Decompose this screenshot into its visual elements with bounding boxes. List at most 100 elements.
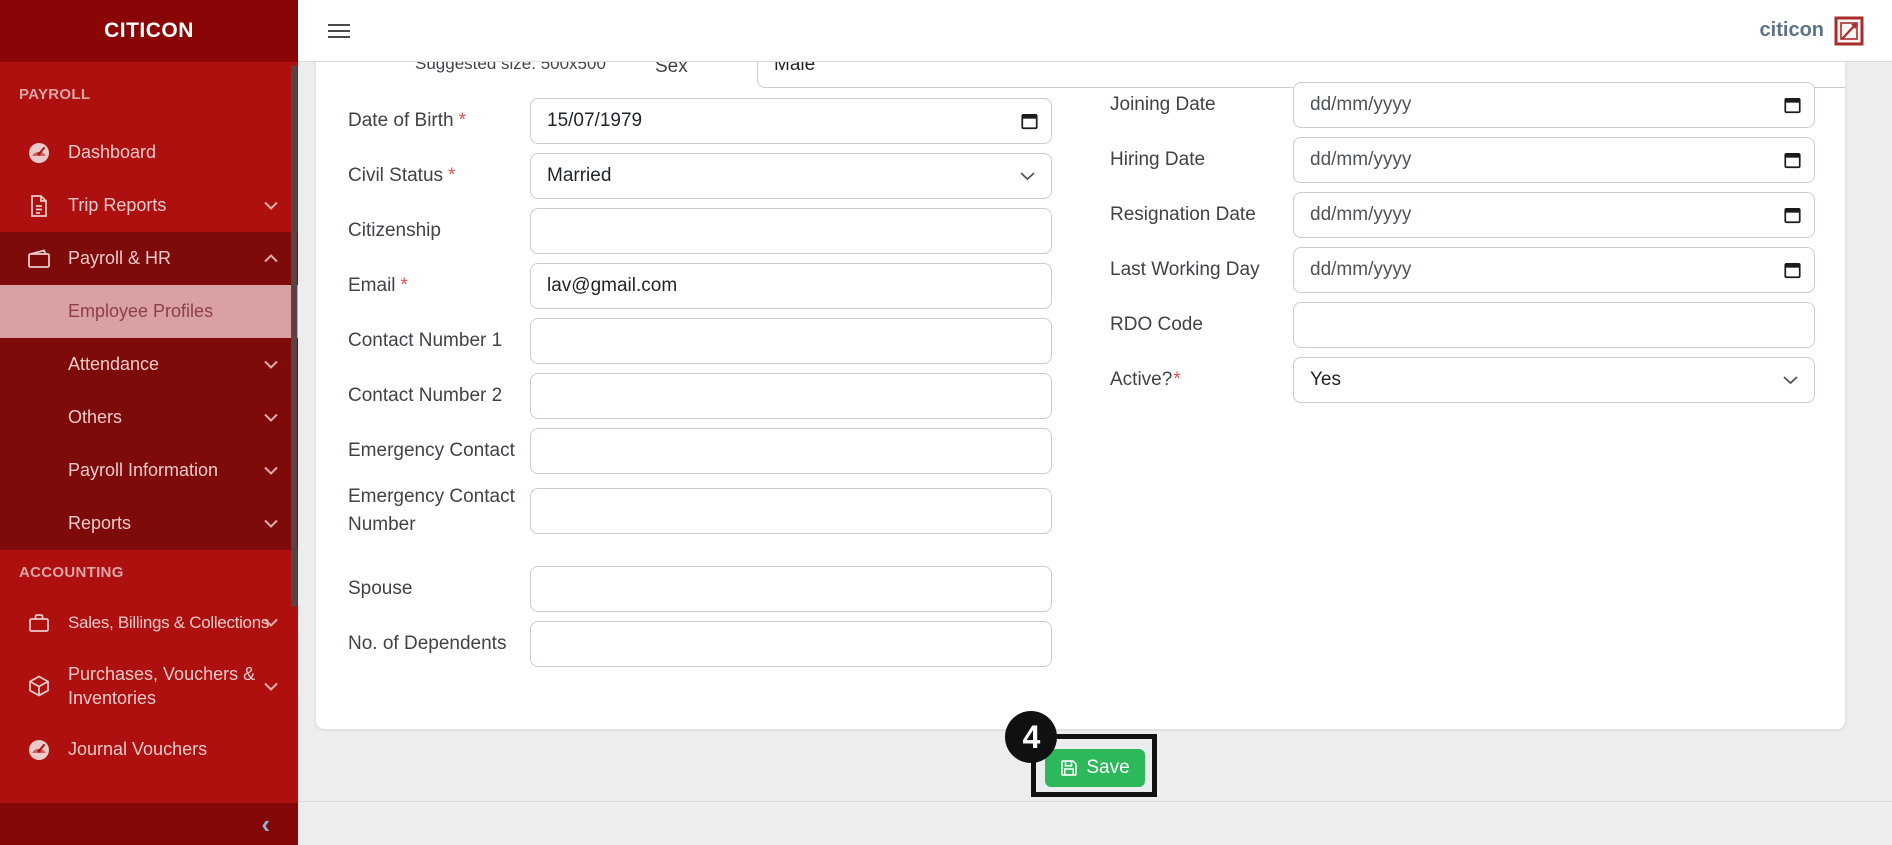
calendar-icon[interactable]	[1784, 262, 1801, 279]
sidebar-section-accounting: ACCOUNTING	[19, 564, 298, 588]
sidebar-item-reports[interactable]: Reports	[0, 497, 298, 550]
citizenship-input[interactable]	[530, 208, 1052, 254]
save-button-label: Save	[1086, 757, 1129, 779]
sidebar-nav: PAYROLL Dashboard Trip Reports	[0, 62, 298, 803]
civil-status-select[interactable]: Married	[530, 153, 1052, 199]
sidebar-group-payroll-hr: Payroll & HR Employee Profiles Attendanc…	[0, 232, 298, 550]
sidebar-item-label: Reports	[68, 513, 264, 534]
sidebar-section-payroll: PAYROLL	[19, 86, 298, 110]
required-asterisk: *	[448, 165, 455, 186]
chevron-down-icon	[264, 618, 278, 627]
sidebar: CITICON PAYROLL Dashboard Trip Reports	[0, 0, 298, 845]
sidebar-item-label: Sales, Billings & Collections	[68, 613, 264, 633]
wallet-icon	[26, 246, 52, 272]
no-of-dependents-input[interactable]	[530, 621, 1052, 667]
app-root: CITICON PAYROLL Dashboard Trip Reports	[0, 0, 1892, 845]
calendar-icon[interactable]	[1784, 152, 1801, 169]
floppy-save-icon	[1060, 759, 1078, 777]
sidebar-item-label: Employee Profiles	[68, 301, 278, 322]
date-of-birth-input[interactable]	[530, 98, 1052, 144]
form-row-email: Email*	[348, 263, 1052, 309]
form-row-rdo-code: RDO Code	[1110, 302, 1815, 348]
form-row-last-working-day: Last Working Day	[1110, 247, 1815, 293]
gauge-icon	[26, 737, 52, 763]
form-left-column: Date of Birth* Civil Status* Married	[348, 98, 1052, 676]
sidebar-item-label: Purchases, Vouchers & Inventories	[68, 662, 264, 711]
joining-date-input[interactable]	[1293, 82, 1815, 128]
topbar-brand[interactable]: citicon	[1760, 16, 1864, 46]
file-report-icon	[26, 193, 52, 219]
form-row-spouse: Spouse	[348, 566, 1052, 612]
sidebar-item-label: Journal Vouchers	[68, 739, 278, 760]
field-label: Spouse	[348, 578, 412, 599]
field-label: Citizenship	[348, 220, 441, 241]
field-label: Resignation Date	[1110, 204, 1256, 225]
bottom-divider	[298, 801, 1892, 802]
chevron-down-icon	[264, 519, 278, 528]
save-button[interactable]: Save	[1045, 749, 1144, 787]
field-label: Civil Status	[348, 165, 443, 186]
last-working-day-input[interactable]	[1293, 247, 1815, 293]
form-row-no-of-dependents: No. of Dependents	[348, 621, 1052, 667]
sidebar-item-attendance[interactable]: Attendance	[0, 338, 298, 391]
contact-number-1-input[interactable]	[530, 318, 1052, 364]
employee-profile-form-card: Suggested size: 500x500 Sex Male Date of…	[316, 62, 1845, 729]
emergency-contact-number-input[interactable]	[530, 488, 1052, 534]
field-label: Hiring Date	[1110, 149, 1205, 170]
active-select[interactable]: Yes	[1293, 357, 1815, 403]
menu-toggle-button[interactable]	[328, 20, 350, 42]
chevron-down-icon	[264, 413, 278, 422]
form-columns: Date of Birth* Civil Status* Married	[348, 98, 1813, 676]
save-annotation-wrapper: 4 Save	[1045, 749, 1144, 787]
form-row-civil-status: Civil Status* Married	[348, 153, 1052, 199]
content-area: Suggested size: 500x500 Sex Male Date of…	[298, 62, 1892, 845]
sidebar-item-dashboard[interactable]: Dashboard	[0, 126, 298, 179]
civil-status-value: Married	[547, 165, 611, 187]
sidebar-item-payroll-information[interactable]: Payroll Information	[0, 444, 298, 497]
main-area: citicon Suggested size: 500x500 Sex Male	[298, 0, 1892, 845]
calendar-icon[interactable]	[1784, 207, 1801, 224]
sex-select-value: Male	[774, 62, 815, 76]
contact-number-2-input[interactable]	[530, 373, 1052, 419]
required-asterisk: *	[1173, 369, 1180, 390]
field-label: Contact Number 1	[348, 330, 502, 351]
sidebar-item-label: Attendance	[68, 354, 264, 375]
chevron-down-icon	[1020, 172, 1035, 181]
sidebar-scrollbar-thumb[interactable]	[291, 65, 297, 607]
chevron-down-icon	[1783, 376, 1798, 385]
email-input[interactable]	[530, 263, 1052, 309]
hiring-date-input[interactable]	[1293, 137, 1815, 183]
chevron-down-icon	[264, 682, 278, 691]
emergency-contact-input[interactable]	[530, 428, 1052, 474]
rdo-code-input[interactable]	[1293, 302, 1815, 348]
sidebar-item-journal-vouchers[interactable]: Journal Vouchers	[0, 723, 298, 776]
field-label: Emergency Contact	[348, 440, 515, 461]
sidebar-item-employee-profiles[interactable]: Employee Profiles	[0, 285, 298, 338]
calendar-icon[interactable]	[1784, 97, 1801, 114]
briefcase-icon	[26, 610, 52, 636]
form-row-citizenship: Citizenship	[348, 208, 1052, 254]
chevron-down-icon	[264, 360, 278, 369]
calendar-icon[interactable]	[1021, 113, 1038, 130]
sidebar-item-purchases-vouchers-inventories[interactable]: Purchases, Vouchers & Inventories	[0, 649, 298, 723]
sidebar-collapse-button[interactable]: ‹	[261, 811, 270, 837]
resignation-date-input[interactable]	[1293, 192, 1815, 238]
sidebar-item-others[interactable]: Others	[0, 391, 298, 444]
sidebar-item-trip-reports[interactable]: Trip Reports	[0, 179, 298, 232]
sidebar-item-label: Trip Reports	[68, 195, 264, 216]
form-row-contact-number-2: Contact Number 2	[348, 373, 1052, 419]
sidebar-item-label: Payroll & HR	[68, 248, 264, 269]
sidebar-item-label: Others	[68, 407, 264, 428]
sidebar-item-sales-billings-collections[interactable]: Sales, Billings & Collections	[0, 596, 298, 649]
cube-icon	[26, 673, 52, 699]
field-label: Joining Date	[1110, 94, 1216, 115]
field-label: RDO Code	[1110, 314, 1203, 335]
sidebar-item-label: Payroll Information	[68, 460, 264, 481]
field-label: Sex	[655, 62, 688, 78]
gauge-icon	[26, 140, 52, 166]
spouse-input[interactable]	[530, 566, 1052, 612]
topbar: citicon	[298, 0, 1892, 62]
sidebar-item-payroll-hr[interactable]: Payroll & HR	[0, 232, 298, 285]
chevron-down-icon	[264, 201, 278, 210]
form-row-hiring-date: Hiring Date	[1110, 137, 1815, 183]
